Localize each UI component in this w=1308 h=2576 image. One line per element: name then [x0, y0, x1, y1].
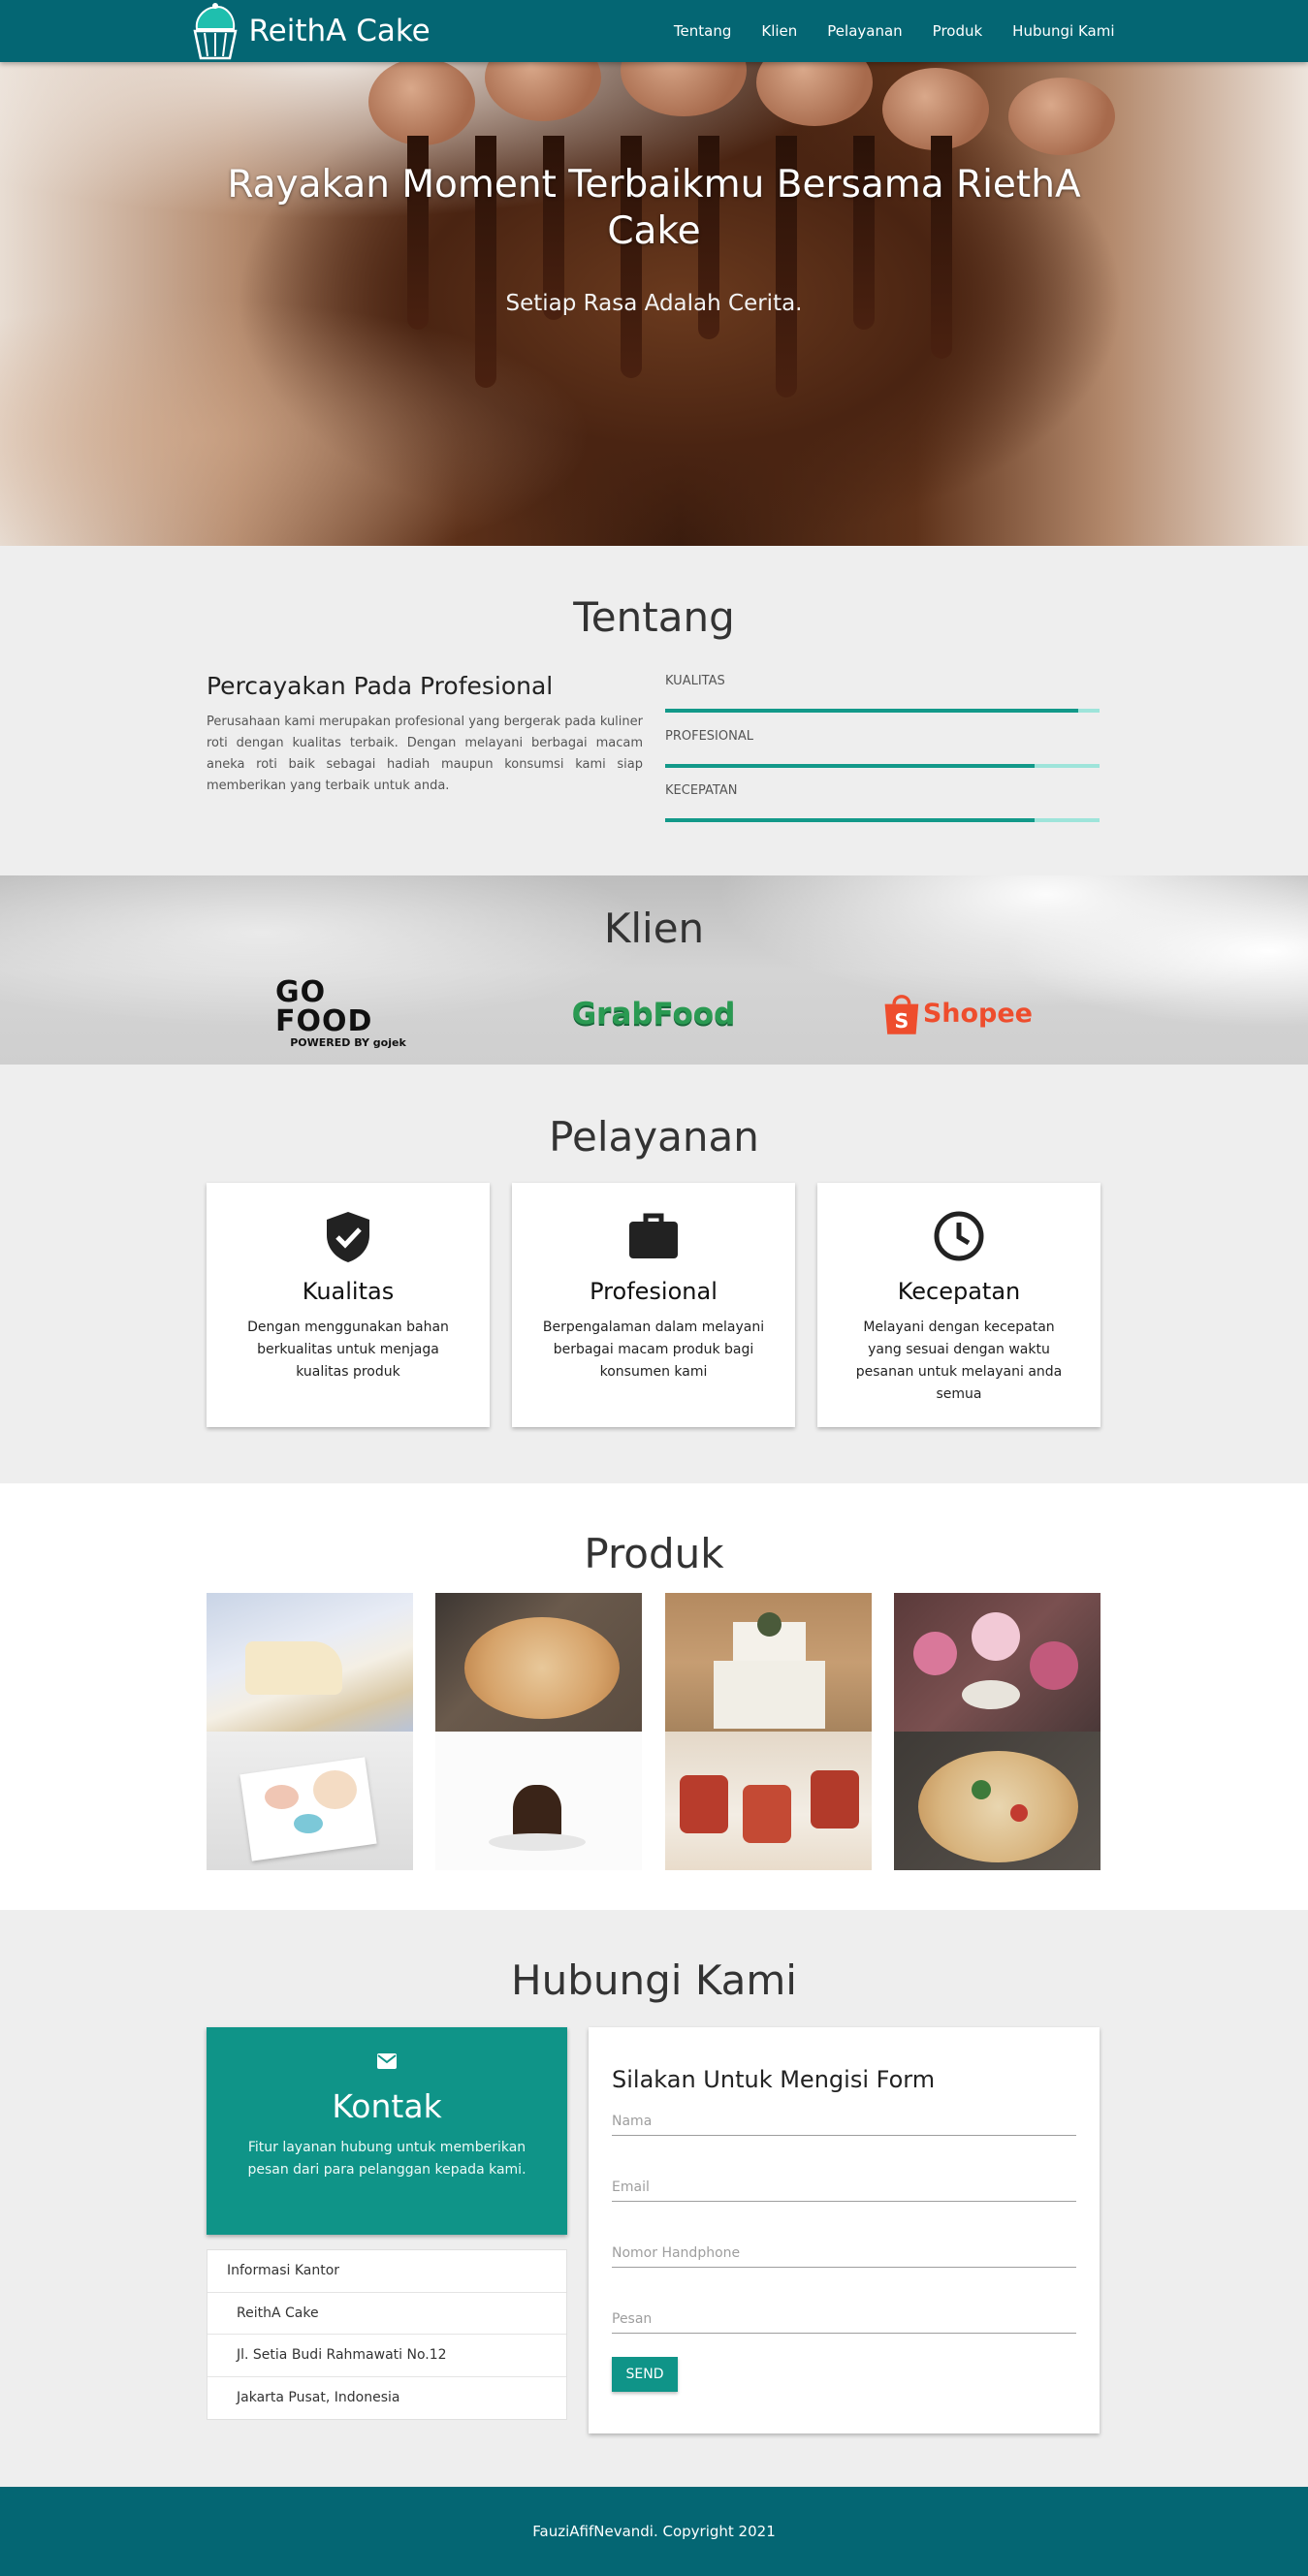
gofood-wordmark: GO FOOD — [275, 975, 373, 1038]
gofood-logo: GO FOOD POWERED BY gojek — [275, 978, 421, 1050]
hero-cream-swirl — [368, 58, 475, 145]
skill-bar — [665, 709, 1100, 713]
nama-input[interactable] — [612, 2114, 1076, 2129]
product-photo-pizza[interactable] — [435, 1593, 642, 1732]
nav-link-pelayanan[interactable]: Pelayanan — [827, 22, 902, 40]
skill-kecepatan: KECEPATAN — [665, 783, 1100, 822]
product-photo-pie-slice[interactable] — [207, 1593, 413, 1732]
brand-logo[interactable]: ReithA Cake — [189, 0, 431, 62]
grabfood-logo: GrabFood — [572, 987, 736, 1040]
pesan-input[interactable] — [612, 2311, 1076, 2327]
kontak-card: Kontak Fitur layanan hubung untuk member… — [207, 2027, 567, 2235]
footer-copyright: FauziAfifNevandi. Copyright 2021 — [532, 2523, 776, 2540]
skill-label: KECEPATAN — [665, 783, 738, 798]
navbar: ReithA Cake Tentang Klien Pelayanan Prod… — [0, 0, 1308, 62]
office-info-heading: Informasi Kantor — [207, 2250, 566, 2293]
service-text: Dengan menggunakan bahan berkualitas unt… — [247, 1320, 449, 1380]
phone-field — [612, 2242, 1076, 2268]
skill-bar — [665, 764, 1100, 768]
grabfood-wordmark: GrabFood — [571, 996, 736, 1032]
cupcake-icon — [192, 3, 238, 60]
product-photo-veggie-pizza[interactable] — [894, 1732, 1101, 1870]
nav-link-hubungi-kami[interactable]: Hubungi Kami — [1012, 22, 1114, 40]
klien-section: Klien GO FOOD POWERED BY gojek GrabFood … — [0, 875, 1308, 1065]
service-title: Kecepatan — [897, 1278, 1021, 1305]
hero-cream-swirl — [1008, 78, 1115, 155]
clock-icon — [817, 1210, 1101, 1264]
shopee-bag-icon: S — [884, 994, 919, 1034]
phone-input[interactable] — [612, 2245, 1076, 2261]
hubungi-section: Hubungi Kami Kontak Fitur layanan hubung… — [0, 1910, 1308, 2487]
verified-shield-icon — [207, 1210, 490, 1264]
product-photo-wedding-cake[interactable] — [665, 1593, 872, 1732]
skill-bar — [665, 818, 1100, 822]
produk-heading: Produk — [584, 1530, 724, 1577]
nama-field — [612, 2111, 1076, 2136]
hero-subtitle: Setiap Rasa Adalah Cerita. — [505, 291, 803, 316]
nav-menu: Tentang Klien Pelayanan Produk Hubungi K… — [644, 0, 1115, 62]
about-subheading: Percayakan Pada Profesional — [207, 672, 554, 700]
product-photo-chocolate-cupcake[interactable] — [435, 1732, 642, 1870]
skill-bar-fill — [665, 764, 1035, 768]
kontak-title: Kontak — [332, 2087, 442, 2125]
office-info-list: Informasi Kantor ReithA Cake Jl. Setia B… — [207, 2249, 567, 2420]
pesan-field — [612, 2308, 1076, 2334]
service-text: Melayani dengan kecepatan yang sesuai de… — [855, 1320, 1063, 1402]
office-info-city: Jakarta Pusat, Indonesia — [237, 2389, 400, 2405]
product-photo-cupcakes-flowers[interactable] — [894, 1593, 1101, 1732]
service-card-profesional: Profesional Berpengalaman dalam melayani… — [512, 1183, 795, 1427]
klien-heading: Klien — [603, 905, 705, 952]
email-input[interactable] — [612, 2179, 1076, 2195]
skill-profesional: PROFESIONAL — [665, 729, 1100, 768]
pelayanan-section: Pelayanan Kualitas Dengan menggunakan ba… — [0, 1065, 1308, 1483]
tentang-heading: Tentang — [573, 593, 735, 641]
skill-bar-fill — [665, 709, 1078, 713]
about-paragraph: Perusahaan kami merupakan profesional ya… — [207, 715, 643, 793]
service-text: Berpengalaman dalam melayani berbagai ma… — [542, 1320, 765, 1380]
brand-name: ReithA Cake — [248, 14, 431, 48]
footer: FauziAfifNevandi. Copyright 2021 — [0, 2487, 1308, 2576]
product-photo-macarons[interactable] — [207, 1732, 413, 1870]
nav-link-tentang[interactable]: Tentang — [674, 22, 731, 40]
skill-bar-fill — [665, 818, 1035, 822]
mail-icon — [207, 2052, 567, 2074]
product-photo-strawberry-cupcakes[interactable] — [665, 1732, 872, 1870]
service-card-kecepatan: Kecepatan Melayani dengan kecepatan yang… — [817, 1183, 1101, 1427]
skill-label: KUALITAS — [665, 674, 725, 688]
service-title: Kualitas — [302, 1278, 395, 1305]
kontak-text: Fitur layanan hubung untuk memberikan pe… — [247, 2140, 526, 2178]
briefcase-icon — [512, 1210, 795, 1264]
hubungi-heading: Hubungi Kami — [511, 1956, 797, 2004]
svg-text:S: S — [894, 1008, 909, 1032]
hero-banner: Rayakan Moment Terbaikmu Bersama RiethA … — [0, 0, 1308, 546]
contact-form: Silakan Untuk Mengisi Form SEND — [589, 2027, 1100, 2433]
hero-title: Rayakan Moment Terbaikmu Bersama RiethA … — [227, 163, 1081, 253]
service-title: Profesional — [590, 1278, 718, 1305]
nav-link-produk[interactable]: Produk — [933, 22, 983, 40]
send-button[interactable]: SEND — [612, 2357, 678, 2392]
service-card-kualitas: Kualitas Dengan menggunakan bahan berkua… — [207, 1183, 490, 1427]
form-title: Silakan Untuk Mengisi Form — [612, 2066, 936, 2093]
about-text-block: Percayakan Pada Profesional Perusahaan k… — [207, 672, 643, 797]
shopee-wordmark: Shopee — [922, 999, 1033, 1029]
email-field — [612, 2177, 1076, 2202]
office-info-name: ReithA Cake — [207, 2293, 566, 2335]
skill-kualitas: KUALITAS — [665, 674, 1100, 713]
pelayanan-heading: Pelayanan — [549, 1113, 759, 1161]
shopee-logo: S Shopee — [882, 987, 1033, 1040]
nav-link-klien[interactable]: Klien — [761, 22, 797, 40]
produk-section: Produk — [0, 1483, 1308, 1910]
skill-label: PROFESIONAL — [665, 729, 753, 744]
gofood-powered-by: POWERED BY gojek — [290, 1036, 406, 1049]
office-info-address: Jl. Setia Budi Rahmawati No.12 — [207, 2335, 566, 2377]
